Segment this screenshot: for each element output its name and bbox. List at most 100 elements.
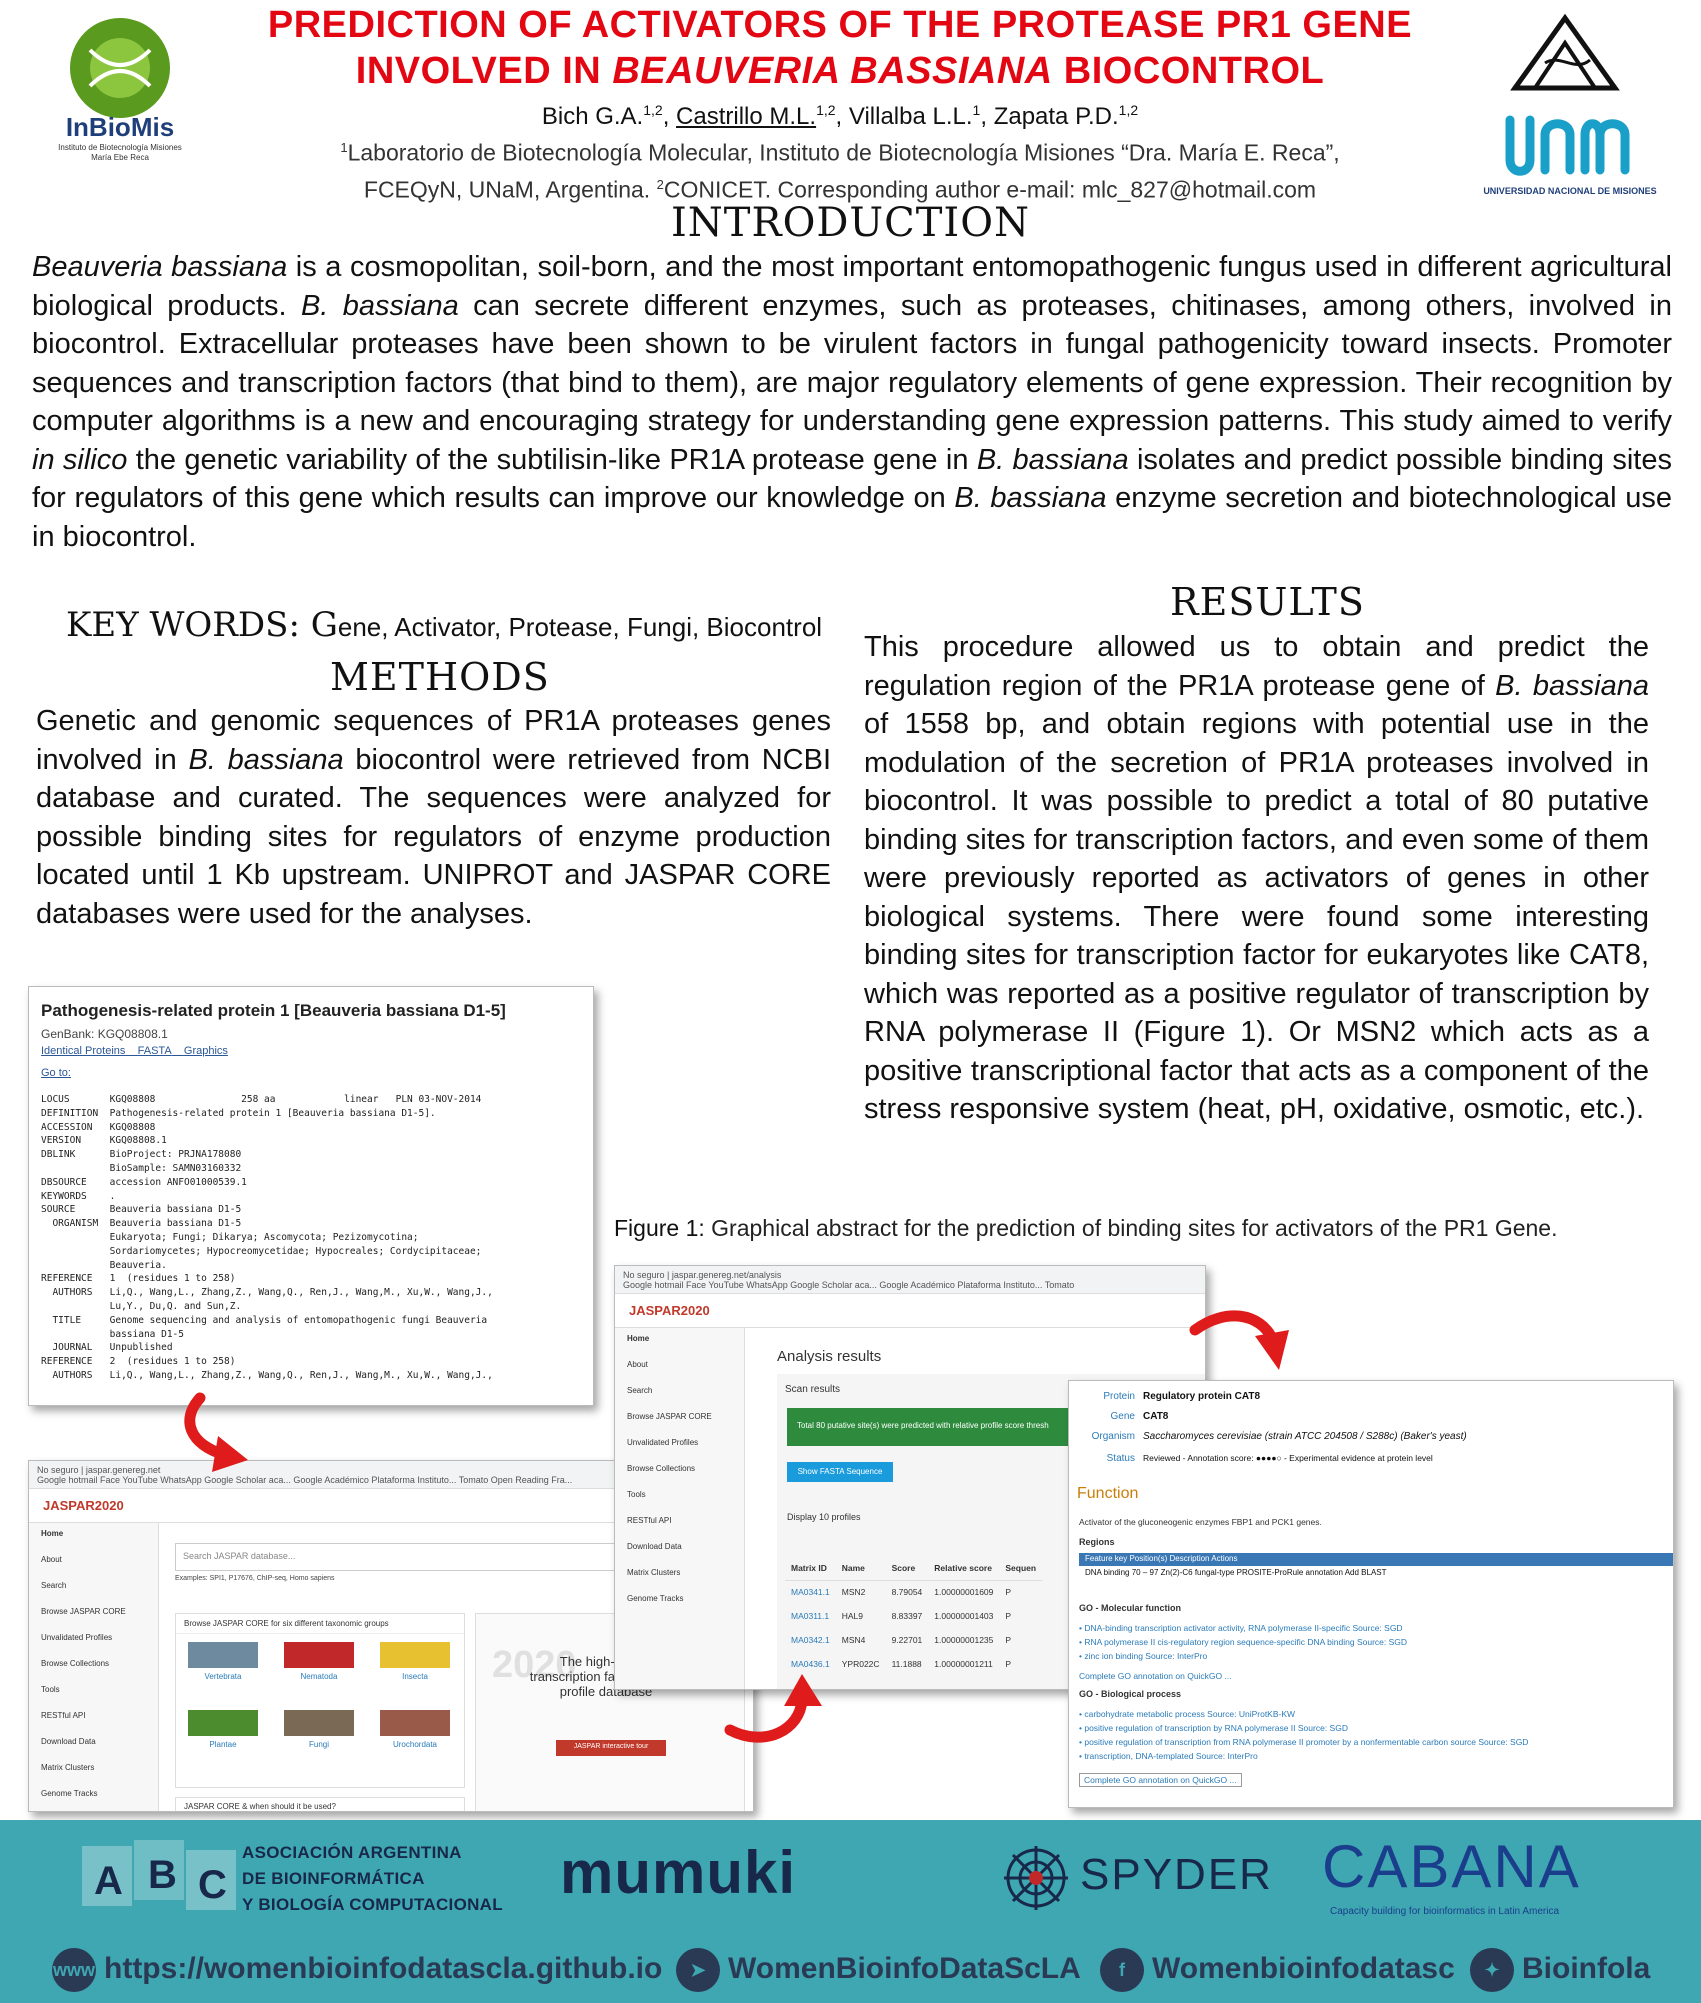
sidebar-item[interactable]: About [615,1354,744,1380]
sidebar-item[interactable]: Download Data [615,1536,744,1562]
sidebar-item[interactable]: Browse JASPAR CORE [615,1406,744,1432]
results-heading: RESULTS [1170,580,1365,624]
sidebar-item[interactable]: Browse Collections [615,1458,744,1484]
web-icon: www [52,1948,96,1992]
sidebar-item[interactable]: Matrix Clusters [615,1562,744,1588]
sidebar-item[interactable]: About [29,1549,158,1575]
jaspar-logo[interactable]: JASPAR2020 [615,1294,1205,1328]
red-arrow-icon [724,1674,822,1743]
ncbi-goto[interactable]: Go to: [41,1067,593,1079]
table-cell[interactable]: MA0341.1 [785,1580,836,1604]
table-cell: MSN2 [841,1587,866,1598]
svg-text:C: C [198,1863,227,1907]
table-cell: 1.00000001403 [934,1611,994,1621]
record-line: Lu,Y., Du,Q. and Sun,Z. [41,1300,242,1312]
column-header[interactable]: Score [885,1556,929,1581]
results-text: This procedure allowed us to obtain and … [864,631,1649,1125]
analysis-heading: Analysis results [777,1348,882,1365]
ncbi-links[interactable]: Identical Proteins FASTA Graphics [41,1045,593,1057]
introduction-heading: INTRODUCTION [670,200,1031,246]
table-cell[interactable]: MA0311.1 [785,1604,836,1628]
svg-text:Instituto de Biotecnología Mis: Instituto de Biotecnología Misiones [58,143,182,152]
poster-title: PREDICTION OF ACTIVATORS OF THE PROTEASE… [267,4,1413,92]
svg-text:A: A [94,1859,123,1903]
telegram-link[interactable]: ➤ WomenBioinfoDataScLA [676,1948,1081,1992]
column-header[interactable]: Name [835,1556,886,1581]
table-cell: 1.00000001211 [934,1659,993,1669]
table-row: MA0341.1 MSN2 8.79054 1.00000001609 P [785,1580,1042,1604]
results-table: Matrix ID Name Score Relative score Sequen MA… [785,1556,1043,1676]
tax-plantae[interactable]: Plantae [188,1710,258,1749]
affiliations: 1Laboratorio de Biotecnología Molecular,… [340,139,1340,203]
regions-table: Feature key Position(s) Description Acti… [1079,1553,1673,1583]
sidebar-item[interactable]: Home [29,1523,158,1549]
sidebar-item[interactable]: Unvalidated Profiles [29,1627,158,1653]
column-header[interactable]: Sequen [999,1556,1043,1581]
sidebar-item[interactable]: Search [615,1380,744,1406]
keywords: KEY WORDS: Gene, Activator, Protease, Fu… [66,605,823,645]
tax-fungi[interactable]: Fungi [284,1710,354,1749]
tour-button[interactable]: JASPAR interactive tour [556,1740,666,1756]
table-cell: YPR022C [841,1659,880,1669]
sidebar-item[interactable]: Home [615,1328,744,1354]
facebook-link[interactable]: f Womenbioinfodatasc [1100,1948,1455,1992]
function-heading: Function [1077,1485,1139,1502]
record-line: Sordariomycetes; Hypocreomycetidae; Hypo… [41,1245,482,1257]
sidebar-item[interactable]: Genome Tracks [29,1783,158,1809]
sidebar-item[interactable]: Matrix Clusters [29,1757,158,1783]
methods-text: Genetic and genomic sequences of PR1A pr… [36,705,832,930]
record-line: REFERENCE 2 (residues 1 to 258) [41,1356,236,1368]
facebook-icon: f [1100,1948,1144,1992]
record-line: DBLINK BioProject: PRJNA178080 [41,1149,242,1161]
tax-urochordata[interactable]: Urochordata [380,1710,450,1749]
sidebar-item[interactable]: RESTful API [615,1510,744,1536]
record-line: BioSample: SAMN03160332 [41,1162,242,1174]
column-header[interactable]: Relative score [928,1556,1000,1581]
website-link[interactable]: www https://womenbioinfodatascla.github.i… [52,1948,662,1992]
table-cell: P [1005,1659,1012,1669]
record-line: VERSION KGQ08808.1 [41,1135,167,1147]
record-line: SOURCE Beauveria bassiana D1-5 [41,1204,242,1216]
table-cell: MSN4 [841,1635,866,1645]
sidebar-item[interactable]: RESTful API [29,1705,158,1731]
sidebar-item[interactable]: Browse JASPAR CORE [29,1601,158,1627]
record-line: AUTHORS Li,Q., Wang,L., Zhang,Z., Wang,Q… [41,1369,493,1381]
table-cell: 8.83397 [891,1611,923,1621]
twitter-link[interactable]: ✦ Bioinfola [1470,1948,1650,1992]
tax-insecta[interactable]: Insecta [380,1642,450,1681]
record-line: AUTHORS Li,Q., Wang,L., Zhang,Z., Wang,Q… [41,1287,493,1299]
inbiomis-name: InBioMis [66,112,174,142]
table-cell: 8.79054 [891,1587,923,1598]
spyder-logo: SPYDER [1080,1850,1273,1899]
record-line: DEFINITION Pathogenesis-related protein … [41,1107,436,1119]
tax-vertebrata[interactable]: Vertebrata [188,1642,258,1681]
sidebar-item[interactable]: Download Data [29,1731,158,1757]
table-row: MA0342.1 MSN4 9.22701 1.00000001235 P [785,1628,1042,1652]
uniprot-screenshot: Protein Regulatory protein CAT8 Gene CAT8 … [1068,1380,1674,1808]
sidebar-item[interactable]: Tools [615,1484,744,1510]
display-select[interactable]: Display 10 profiles [787,1512,861,1522]
jaspar-sidebar: Home About Search Browse JASPAR CORE Unvalid… [615,1328,745,1689]
sidebar-item[interactable]: Search [29,1575,158,1601]
authors: Bich G.A.1,2, Castrillo M.L.1,2, Villalb… [541,102,1139,130]
author-name: Bich G.A. [541,103,644,130]
sidebar-item[interactable]: Browse Collections [29,1653,158,1679]
red-arrow-icon [1189,1310,1289,1370]
record-line: Eukaryota; Fungi; Dikarya; Ascomycota; P… [41,1231,419,1243]
sidebar-item[interactable]: Tools [29,1679,158,1705]
tax-nematoda[interactable]: Nematoda [284,1642,354,1681]
column-header[interactable]: Matrix ID [785,1556,836,1581]
show-fasta-button[interactable]: Show FASTA Sequence [787,1462,893,1482]
table-row: MA0311.1 HAL9 8.83397 1.00000001403 P [785,1604,1042,1628]
uniprot-field: Gene CAT8 [1110,1411,1169,1422]
table-cell[interactable]: MA0342.1 [785,1628,836,1652]
sidebar-item[interactable]: Unvalidated Profiles [615,1432,744,1458]
mumuki-logo: mumuki [560,1839,797,1906]
record-line: DBSOURCE accession ANFO01000539.1 [41,1176,247,1188]
author-name: Zapata P.D. [993,103,1119,130]
table-cell: P [1005,1635,1012,1645]
record-line: bassiana D1-5 [41,1328,184,1340]
spider-icon [1004,1846,1068,1910]
sidebar-item[interactable]: Genome Tracks [615,1588,744,1614]
telegram-icon: ➤ [676,1948,720,1992]
